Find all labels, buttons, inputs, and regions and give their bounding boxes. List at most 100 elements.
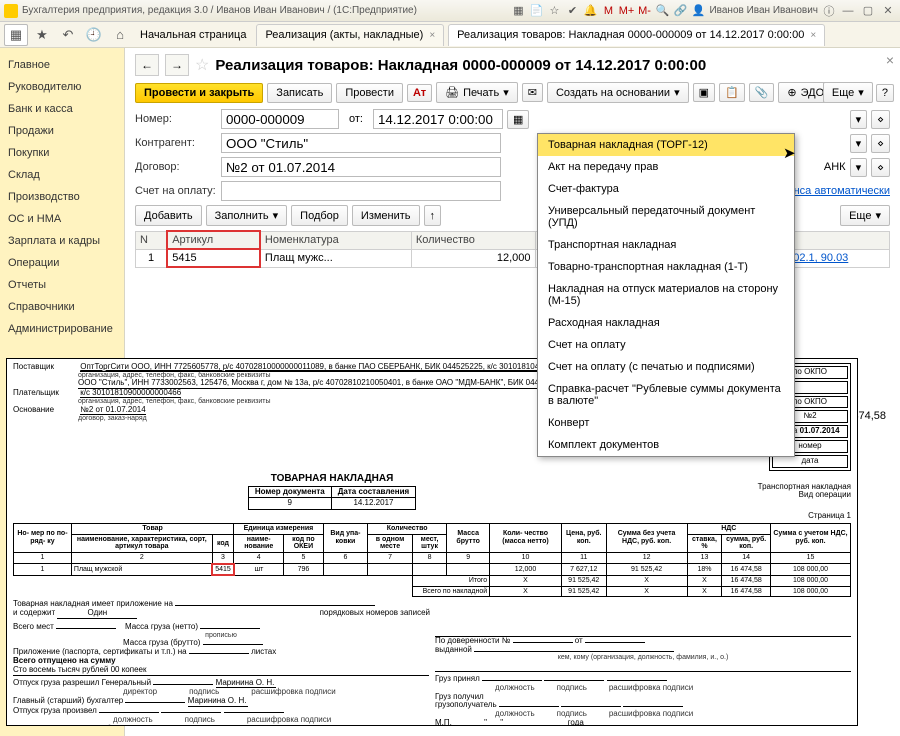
date-input[interactable] [373, 109, 503, 129]
calendar2-icon[interactable]: M+ [619, 4, 633, 18]
fill-button[interactable]: Заполнить ▾ [206, 205, 288, 226]
help-button[interactable]: ? [876, 84, 894, 102]
sidebar-item-main[interactable]: Главное [0, 54, 124, 76]
contract-label: Договор: [135, 161, 217, 173]
dtkt-button[interactable]: Ат [407, 84, 432, 102]
link-icon[interactable]: 🔗 [673, 4, 687, 18]
create-based-button[interactable]: Создать на основании ▾ [547, 82, 689, 103]
sidebar-item-operations[interactable]: Операции [0, 252, 124, 274]
field-more1[interactable]: ▾ [850, 110, 868, 129]
bell-icon[interactable]: 🔔 [583, 4, 597, 18]
save-button[interactable]: Записать [267, 83, 332, 103]
grid-more-button[interactable]: Еще ▾ [840, 205, 890, 226]
sidebar-item-directories[interactable]: Справочники [0, 296, 124, 318]
sidebar-item-sales[interactable]: Продажи [0, 120, 124, 142]
bank-suffix: АНК [824, 161, 846, 173]
pm-ttn[interactable]: Товарно-транспортная накладная (1-Т) [538, 256, 794, 278]
history-button[interactable]: 🕘 [82, 24, 106, 46]
field-open1[interactable]: ⋄ [871, 110, 890, 129]
nav-back-button[interactable]: ← [135, 54, 159, 76]
cell-n[interactable]: 1 [136, 249, 168, 267]
tab2-close-icon[interactable]: × [810, 30, 816, 41]
cell-nom[interactable]: Плащ мужс... [260, 249, 411, 267]
pm-sf[interactable]: Счет-фактура [538, 178, 794, 200]
email-button[interactable]: ✉ [522, 83, 543, 102]
minimize-button[interactable]: — [840, 3, 856, 19]
torg-table: Но- мер по по- ряд- ку Товар Единица изм… [13, 523, 851, 597]
auto-advance-link[interactable]: ванса автоматически [782, 185, 890, 197]
col-article[interactable]: Артикул [167, 231, 260, 249]
tab-realiz-doc[interactable]: Реализация товаров: Накладная 0000-00000… [448, 24, 825, 46]
pm-currency[interactable]: Справка-расчет "Рублевые суммы документа… [538, 378, 794, 412]
col-nomenclature[interactable]: Номенклатура [260, 231, 411, 249]
sidebar-item-purchases[interactable]: Покупки [0, 142, 124, 164]
favorite-button[interactable]: ★ [30, 24, 54, 46]
sidebar-item-salary[interactable]: Зарплата и кадры [0, 230, 124, 252]
pm-invoice[interactable]: Счет на оплату [538, 334, 794, 356]
calendar-icon[interactable]: M [601, 4, 615, 18]
pm-set[interactable]: Комплект документов [538, 434, 794, 456]
col-qty[interactable]: Количество [411, 231, 535, 249]
cell-article[interactable]: 5415 [167, 249, 260, 267]
col-n[interactable]: N [136, 231, 168, 249]
post-button[interactable]: Провести [336, 83, 403, 103]
number-input[interactable] [221, 109, 339, 129]
moveup-button[interactable]: ↑ [424, 205, 442, 226]
pm-torg12[interactable]: Товарная накладная (ТОРГ-12) [538, 134, 794, 156]
field-open3[interactable]: ⋄ [871, 158, 890, 177]
pm-envelope[interactable]: Конверт [538, 412, 794, 434]
print-button[interactable]: 🖨 Печать ▾ [436, 82, 518, 103]
star-icon[interactable]: ☆ [547, 4, 561, 18]
copy-button[interactable]: ▣ [693, 83, 715, 102]
check-icon[interactable]: ✔ [565, 4, 579, 18]
back-button[interactable]: ↶ [56, 24, 80, 46]
sidebar-item-assets[interactable]: ОС и НМА [0, 208, 124, 230]
post-close-button[interactable]: Провести и закрыть [135, 83, 263, 103]
fav-icon[interactable]: ☆ [195, 55, 209, 75]
change-button[interactable]: Изменить [352, 205, 420, 226]
report-icon[interactable]: 📄 [529, 4, 543, 18]
pm-rn[interactable]: Расходная накладная [538, 312, 794, 334]
calendar3-icon[interactable]: M- [637, 4, 651, 18]
search-icon[interactable]: 🔍 [655, 4, 669, 18]
sidebar-item-reports[interactable]: Отчеты [0, 274, 124, 296]
pm-act[interactable]: Акт на передачу прав [538, 156, 794, 178]
sidebar-item-warehouse[interactable]: Склад [0, 164, 124, 186]
pm-m15[interactable]: Накладная на отпуск материалов на сторон… [538, 278, 794, 312]
torg-article-cell: 5415 [212, 564, 234, 576]
home-tab[interactable]: Начальная страница [134, 29, 252, 41]
select-button[interactable]: Подбор [291, 205, 348, 226]
tab-realiz-list[interactable]: Реализация (акты, накладные) × [256, 24, 444, 46]
cell-qty[interactable]: 12,000 [411, 249, 535, 267]
pm-upd[interactable]: Универсальный передаточный документ (УПД… [538, 200, 794, 234]
field-more3[interactable]: ▾ [850, 158, 868, 177]
invoice-input[interactable] [221, 181, 501, 201]
home-button[interactable]: ⌂ [108, 24, 132, 46]
close-button[interactable]: ✕ [880, 3, 896, 19]
pm-invoice-stamp[interactable]: Счет на оплату (с печатью и подписями) [538, 356, 794, 378]
field-open2[interactable]: ⋄ [871, 134, 890, 153]
contract-input[interactable] [221, 157, 501, 177]
from-label: от: [349, 113, 363, 125]
add-button[interactable]: Добавить [135, 205, 202, 226]
info-icon[interactable]: ⓘ [822, 4, 836, 18]
counterparty-input[interactable] [221, 133, 501, 153]
nav-fwd-button[interactable]: → [165, 54, 189, 76]
attach-button[interactable]: 📎 [749, 83, 775, 102]
doc-close-icon[interactable]: × [886, 52, 894, 68]
tab1-close-icon[interactable]: × [429, 30, 435, 41]
more-button[interactable]: Еще ▾ [823, 82, 873, 103]
document-title: Реализация товаров: Накладная 0000-00000… [215, 57, 706, 74]
sidebar-item-production[interactable]: Производство [0, 186, 124, 208]
paste-button[interactable]: 📋 [719, 83, 745, 102]
sidebar-item-bank[interactable]: Банк и касса [0, 98, 124, 120]
counterparty-label: Контрагент: [135, 137, 217, 149]
grid-icon[interactable]: ▦ [511, 4, 525, 18]
date-picker-icon[interactable]: ▦ [507, 110, 529, 129]
apps-button[interactable]: ▦ [4, 24, 28, 46]
sidebar-item-admin[interactable]: Администрирование [0, 318, 124, 340]
field-more2[interactable]: ▾ [850, 134, 868, 153]
pm-trn[interactable]: Транспортная накладная [538, 234, 794, 256]
maximize-button[interactable]: ▢ [860, 3, 876, 19]
sidebar-item-manager[interactable]: Руководителю [0, 76, 124, 98]
